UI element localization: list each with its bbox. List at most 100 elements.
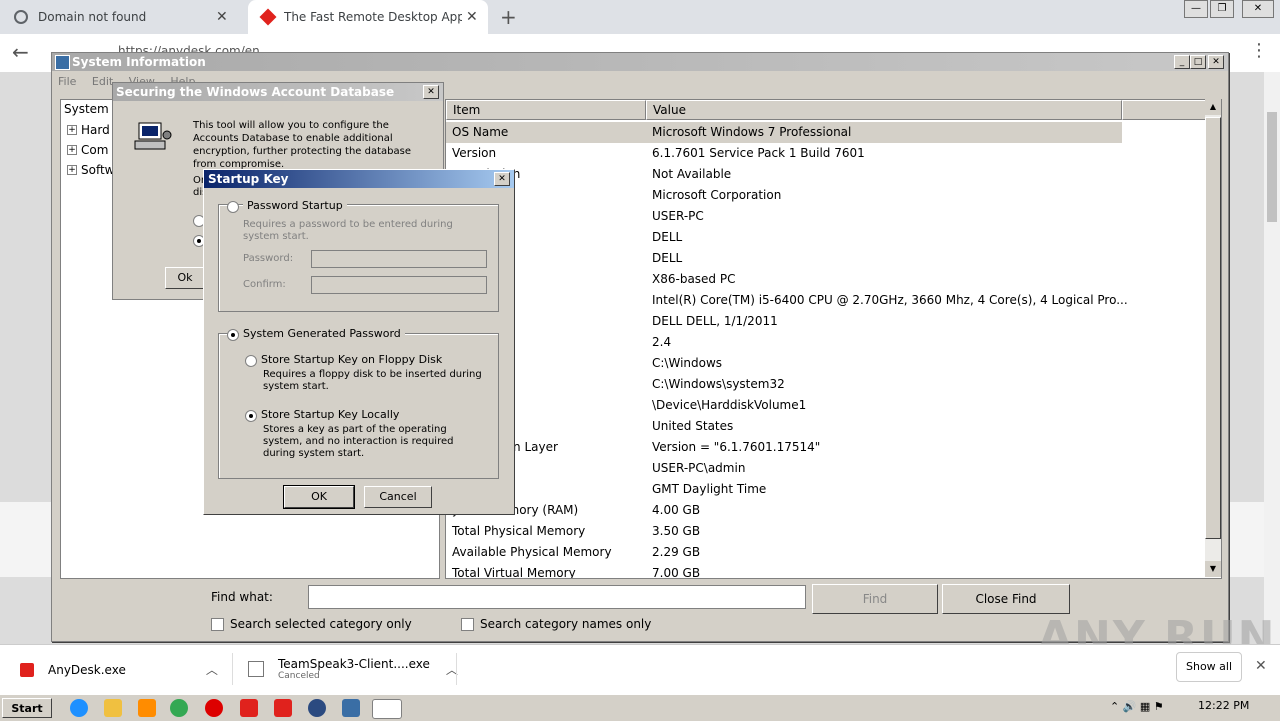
ok-button[interactable]: OK [283, 485, 355, 509]
password-startup-description: Requires a password to be entered during… [243, 219, 453, 242]
anydesk-icon[interactable] [274, 699, 292, 717]
find-button[interactable]: Find [812, 584, 938, 614]
menu-edit[interactable]: Edit [92, 75, 113, 88]
table-row[interactable]: GMT Daylight Time [446, 479, 1206, 500]
column-header-item[interactable]: Item [446, 100, 646, 120]
confirm-field[interactable] [311, 276, 487, 294]
download-item-anydesk[interactable]: AnyDesk.exe ︿ [20, 661, 218, 678]
cancel-button[interactable]: Cancel [364, 486, 432, 508]
value-cell: Version = "6.1.7601.17514" [652, 440, 821, 454]
table-row[interactable]: Version 6.1.7601 Service Pack 1 Build 760… [446, 143, 1206, 164]
value-cell: 2.29 GB [652, 545, 701, 559]
password-startup-group: Password Startup Requires a password to … [218, 199, 499, 312]
tree-item-hardware[interactable]: + Hard [67, 123, 110, 137]
start-button[interactable]: Start [2, 698, 52, 718]
tab-domain-not-found[interactable]: Domain not found ✕ [0, 0, 246, 34]
scroll-thumb[interactable] [1205, 117, 1221, 539]
back-arrow-icon[interactable]: ← [12, 40, 29, 64]
ie-icon[interactable] [70, 699, 88, 717]
new-tab-button[interactable]: + [500, 5, 517, 29]
close-icon[interactable]: ✕ [216, 9, 228, 25]
show-all-button[interactable]: Show all [1176, 652, 1242, 682]
checkbox-label: Search category names only [480, 617, 652, 631]
table-row[interactable]: odelDELL [446, 248, 1206, 269]
value-cell: C:\Windows\system32 [652, 377, 785, 391]
item-cell: Version [452, 146, 497, 160]
close-window-icon[interactable]: ✕ [1242, 0, 1274, 18]
tab-anydesk[interactable]: The Fast Remote Desktop Applicatio ✕ [248, 0, 488, 34]
restore-icon[interactable]: ❐ [1210, 0, 1234, 18]
table-row[interactable]: meUSER-PC [446, 206, 1206, 227]
table-row[interactable]: peX86-based PC [446, 269, 1206, 290]
checkbox-box[interactable] [461, 617, 474, 631]
expand-icon[interactable]: + [67, 145, 77, 155]
scroll-up-icon[interactable]: ▲ [1205, 99, 1221, 115]
close-icon[interactable]: ✕ [1255, 658, 1267, 674]
checkbox-label: Search selected category only [230, 617, 412, 631]
table-row[interactable]: ion/DateDELL DELL, 1/1/2011 [446, 311, 1206, 332]
close-icon[interactable]: ✕ [1208, 55, 1224, 69]
item-cell: Total Physical Memory [452, 524, 586, 538]
anydesk-icon[interactable] [240, 699, 258, 717]
teamspeak-icon[interactable] [308, 699, 326, 717]
close-find-button[interactable]: Close Find [942, 584, 1070, 614]
expand-icon[interactable]: + [67, 125, 77, 135]
table-row[interactable]: Total Virtual Memory 7.00 GB [446, 563, 1206, 578]
search-selected-checkbox[interactable]: Search selected category only [211, 617, 412, 631]
tree-item-label: Com [81, 143, 109, 157]
store-locally-radio[interactable] [245, 410, 257, 422]
table-row[interactable]: ufacturerMicrosoft Corporation [446, 185, 1206, 206]
media-player-icon[interactable] [138, 699, 156, 717]
table-row[interactable]: Available Physical Memory 2.29 GB [446, 542, 1206, 563]
scroll-down-icon[interactable]: ▼ [1205, 561, 1221, 577]
downloads-bar: AnyDesk.exe ︿ TeamSpeak3-Client....exe C… [0, 644, 1280, 693]
table-row[interactable]: e\Device\HarddiskVolume1 [446, 395, 1206, 416]
table-row[interactable]: ectoryC:\Windows\system32 [446, 374, 1206, 395]
menu-file[interactable]: File [58, 75, 76, 88]
menu-icon[interactable]: ⋮ [1250, 40, 1268, 61]
table-row[interactable]: ersion2.4 [446, 332, 1206, 353]
msinfo-icon[interactable] [342, 699, 360, 717]
chrome-icon[interactable] [170, 699, 188, 717]
maximize-icon[interactable]: □ [1190, 55, 1206, 69]
tree-item-software[interactable]: + Softw [67, 163, 115, 177]
chevron-up-icon[interactable]: ︿ [206, 661, 218, 678]
table-row[interactable]: Intel(R) Core(TM) i5-6400 CPU @ 2.70GHz,… [446, 290, 1206, 311]
page-scrollbar[interactable] [1264, 72, 1280, 644]
table-row[interactable]: Abstraction LayerVersion = "6.1.7601.175… [446, 437, 1206, 458]
folder-icon[interactable] [104, 699, 122, 717]
table-row[interactable]: Total Physical Memory 3.50 GB [446, 521, 1206, 542]
syskey-icon[interactable] [372, 699, 402, 719]
system-generated-radio[interactable] [227, 329, 239, 341]
expand-icon[interactable]: + [67, 165, 77, 175]
ok-button[interactable]: Ok [165, 267, 205, 289]
table-row[interactable]: ysical Memory (RAM) 4.00 GB [446, 500, 1206, 521]
close-icon[interactable]: ✕ [494, 172, 510, 186]
find-input[interactable] [308, 585, 806, 609]
opera-icon[interactable] [205, 699, 223, 717]
close-icon[interactable]: ✕ [423, 85, 439, 99]
value-cell: Intel(R) Core(TM) i5-6400 CPU @ 2.70GHz,… [652, 293, 1128, 307]
table-row[interactable]: DirectoryC:\Windows [446, 353, 1206, 374]
grid-scrollbar[interactable]: ▲ ▼ [1205, 99, 1221, 577]
value-cell: 3.50 GB [652, 524, 701, 538]
checkbox-box[interactable] [211, 617, 224, 631]
tree-item-components[interactable]: + Com [67, 143, 108, 157]
column-header-value[interactable]: Value [646, 100, 1122, 120]
floppy-disk-radio[interactable] [245, 355, 257, 367]
table-row[interactable]: nufacturerDELL [446, 227, 1206, 248]
table-row[interactable]: DescriptionNot Available [446, 164, 1206, 185]
password-startup-radio[interactable] [227, 201, 239, 213]
table-row[interactable]: OS Name Microsoft Windows 7 Professional [446, 122, 1122, 143]
floppy-disk-label: Store Startup Key on Floppy Disk [261, 353, 443, 366]
tray-icons[interactable]: ⌃ 🔊 ▦ ⚑ [1110, 700, 1164, 713]
minimize-icon[interactable]: _ [1174, 55, 1190, 69]
tab-title: The Fast Remote Desktop Applicatio [284, 10, 462, 24]
table-row[interactable]: United States [446, 416, 1206, 437]
download-item-teamspeak[interactable]: TeamSpeak3-Client....exe Canceled ︿ [248, 657, 458, 681]
password-field[interactable] [311, 250, 487, 268]
search-names-checkbox[interactable]: Search category names only [461, 617, 651, 631]
minimize-icon[interactable]: — [1184, 0, 1208, 18]
table-row[interactable]: eUSER-PC\admin [446, 458, 1206, 479]
close-icon[interactable]: ✕ [466, 9, 478, 25]
